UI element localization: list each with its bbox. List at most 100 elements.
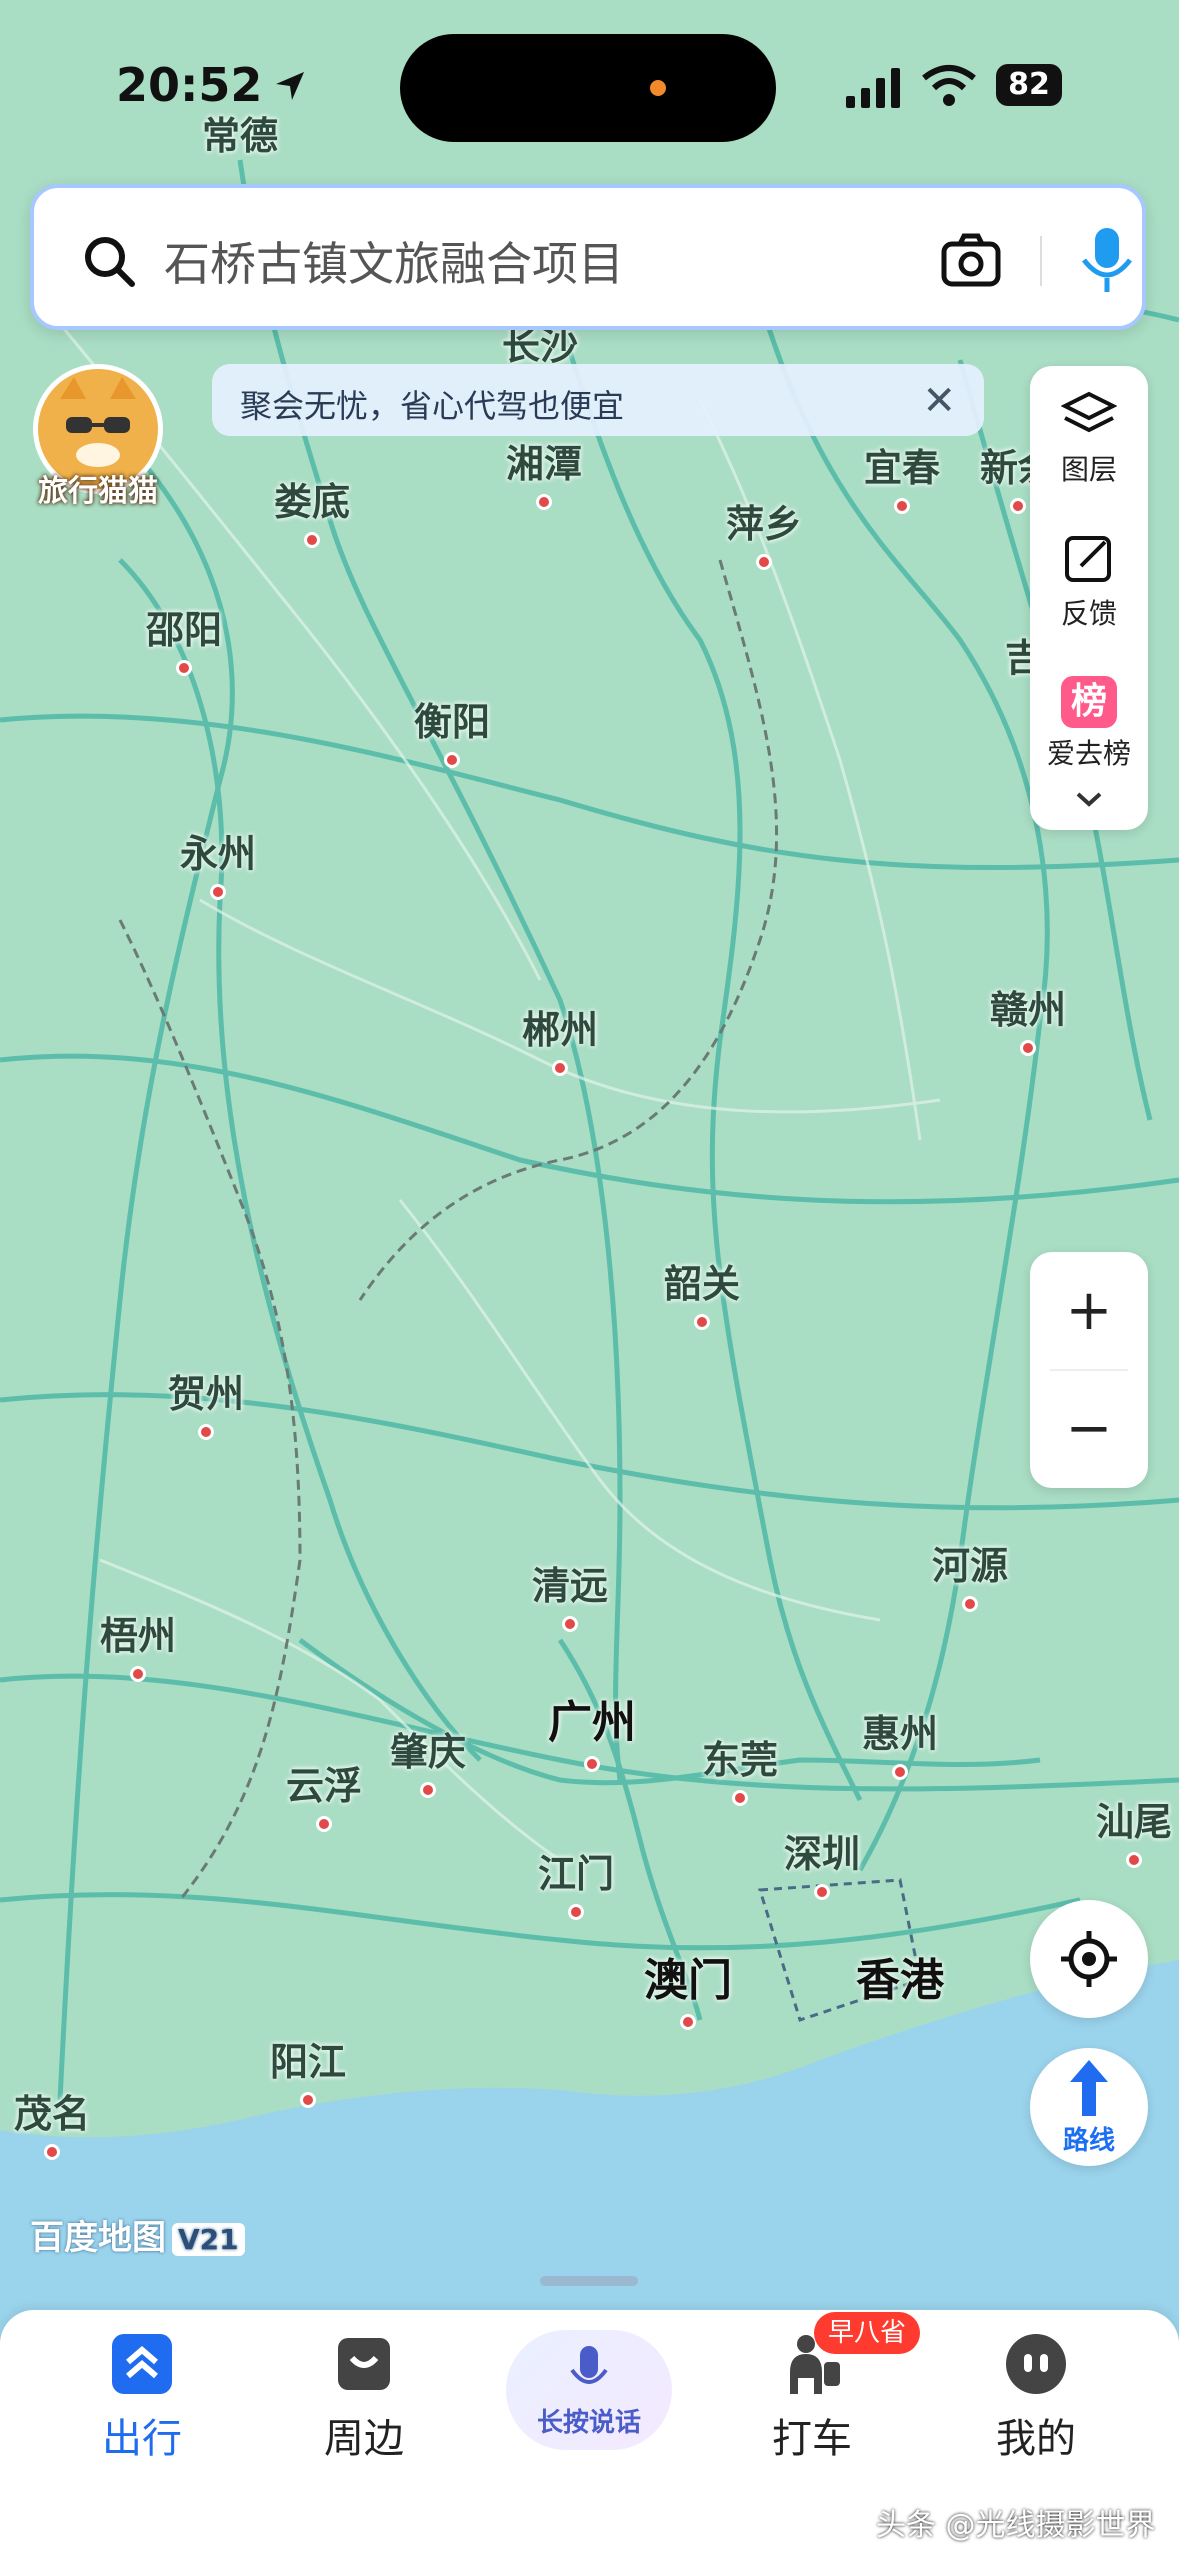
city-label[interactable]: 广州 (548, 1686, 636, 1772)
map-logo-name: 百度地图 (30, 2218, 166, 2258)
microphone-icon[interactable] (1076, 226, 1138, 296)
signal-icon (846, 68, 900, 108)
map-logo: 百度地图 V21 (30, 2210, 245, 2259)
city-label[interactable]: 衡阳 (414, 691, 490, 768)
travel-cat-mascot[interactable]: 旅行猫猫 (26, 364, 170, 514)
promo-banner[interactable]: 聚会无忧，省心代驾也便宜 ✕ (212, 364, 984, 436)
rank-icon: 榜 (1061, 676, 1117, 728)
layers-icon (1060, 391, 1118, 433)
city-label[interactable]: 阳江 (270, 2031, 346, 2108)
search-icon (85, 237, 135, 287)
city-dot (755, 554, 772, 570)
city-label[interactable]: 惠州 (862, 1703, 938, 1780)
city-label[interactable]: 河源 (932, 1535, 1008, 1612)
edit-icon (1065, 536, 1111, 582)
city-dot (1125, 1852, 1142, 1868)
rank-button[interactable]: 榜 爱去榜 (1030, 676, 1148, 772)
nav-profile[interactable]: 我的 (936, 2312, 1136, 2464)
city-label[interactable]: 韶关 (664, 1253, 740, 1330)
city-label[interactable]: 东莞 (702, 1729, 778, 1806)
promo-text: 聚会无忧，省心代驾也便宜 (240, 387, 625, 425)
close-icon[interactable]: ✕ (922, 378, 956, 424)
city-label[interactable]: 郴州 (522, 999, 598, 1076)
city-label[interactable]: 肇庆 (390, 1721, 466, 1798)
sheet-drag-handle[interactable] (540, 2276, 638, 2286)
crosshair-icon (1061, 1931, 1117, 1987)
locate-button[interactable] (1030, 1900, 1148, 2018)
taxi-promo-badge: 早八省 (814, 2312, 921, 2354)
search-bar[interactable]: 石桥古镇文旅融合项目 (30, 184, 1146, 330)
city-dot (209, 884, 226, 900)
city-dot (584, 1756, 600, 1772)
status-bar: 20:52 82 (0, 0, 1179, 170)
dynamic-island (400, 34, 776, 142)
city-dot (561, 1616, 578, 1632)
voice-button[interactable]: 长按说话 (506, 2330, 672, 2450)
nearby-icon (338, 2338, 390, 2390)
city-label[interactable]: 湘潭 (506, 433, 582, 510)
city-label[interactable]: 云浮 (286, 1755, 362, 1832)
microphone-icon (570, 2346, 608, 2384)
city-dot (961, 1596, 978, 1612)
city-label[interactable]: 邵阳 (146, 599, 222, 676)
route-label: 路线 (1062, 2126, 1115, 2156)
map-version: V21 (172, 2223, 245, 2256)
voice-label: 长按说话 (536, 2408, 641, 2438)
mascot-label: 旅行猫猫 (38, 474, 158, 509)
city-label[interactable]: 澳门 (644, 1944, 732, 2030)
city-dot (175, 660, 192, 676)
camera-indicator (650, 80, 666, 96)
route-button[interactable]: 路线 (1030, 2048, 1148, 2166)
profile-icon (1006, 2334, 1066, 2394)
zoom-control: + − (1030, 1252, 1148, 1488)
location-arrow-icon (276, 72, 304, 100)
city-label[interactable]: 深圳 (784, 1823, 860, 1900)
layers-button[interactable]: 图层 (1030, 390, 1148, 488)
divider (1040, 236, 1042, 286)
city-label[interactable]: 香港 (856, 1944, 944, 2008)
city-dot (43, 2144, 60, 2160)
layers-label: 图层 (1060, 453, 1117, 486)
watermark: 头条 @光线摄影世界 (876, 2508, 1156, 2543)
city-dot (891, 1764, 908, 1780)
nav-travel[interactable]: 出行 (42, 2312, 242, 2464)
city-dot (303, 532, 320, 548)
nav-label: 出行 (102, 2416, 182, 2462)
nav-label: 我的 (996, 2416, 1076, 2462)
city-dot (443, 752, 460, 768)
city-dot (680, 2014, 696, 2030)
city-label[interactable]: 汕尾 (1096, 1791, 1172, 1868)
city-label[interactable]: 江门 (538, 1843, 614, 1920)
travel-icon (112, 2334, 172, 2394)
city-dot (535, 494, 552, 510)
wifi-icon (922, 65, 976, 106)
city-label[interactable]: 宜春 (864, 437, 940, 514)
city-dot (419, 1782, 436, 1798)
feedback-button[interactable]: 反馈 (1030, 534, 1148, 632)
city-dot (197, 1424, 214, 1440)
search-input[interactable]: 石桥古镇文旅融合项目 (164, 228, 624, 294)
city-dot (1009, 498, 1026, 514)
city-label[interactable]: 赣州 (990, 979, 1066, 1056)
nav-nearby[interactable]: 周边 (264, 2312, 464, 2464)
battery-indicator: 82 (996, 64, 1062, 106)
chevron-down-icon[interactable] (1074, 790, 1104, 810)
city-dot (813, 1884, 830, 1900)
camera-icon[interactable] (940, 230, 1002, 292)
city-label[interactable]: 娄底 (274, 471, 350, 548)
feedback-label: 反馈 (1060, 597, 1117, 630)
city-label[interactable]: 梧州 (100, 1605, 176, 1682)
city-dot (893, 498, 910, 514)
zoom-in-button[interactable]: + (1030, 1252, 1148, 1370)
rank-label: 爱去榜 (1046, 737, 1131, 770)
zoom-out-button[interactable]: − (1030, 1370, 1148, 1488)
nav-label: 打车 (772, 2416, 852, 2462)
city-label[interactable]: 贺州 (168, 1363, 244, 1440)
city-label[interactable]: 萍乡 (726, 493, 802, 570)
city-label[interactable]: 清远 (532, 1555, 608, 1632)
city-label[interactable]: 茂名 (14, 2083, 90, 2160)
city-dot (1019, 1040, 1036, 1056)
city-dot (731, 1790, 748, 1806)
city-label[interactable]: 永州 (180, 823, 256, 900)
status-time: 20:52 (116, 58, 263, 112)
